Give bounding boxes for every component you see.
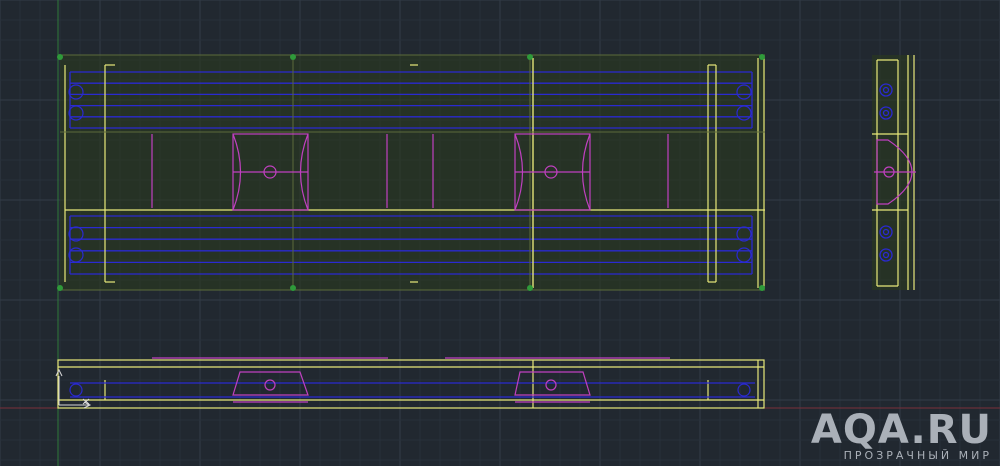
watermark: AQA.RU ПРОЗРАЧНЫЙ МИР (811, 410, 992, 462)
watermark-logo: AQA.RU (810, 407, 992, 453)
plan-view[interactable] (57, 54, 765, 291)
side-view[interactable] (872, 55, 916, 290)
drawing-canvas[interactable] (0, 0, 1000, 466)
plan-view-fill (60, 55, 765, 290)
